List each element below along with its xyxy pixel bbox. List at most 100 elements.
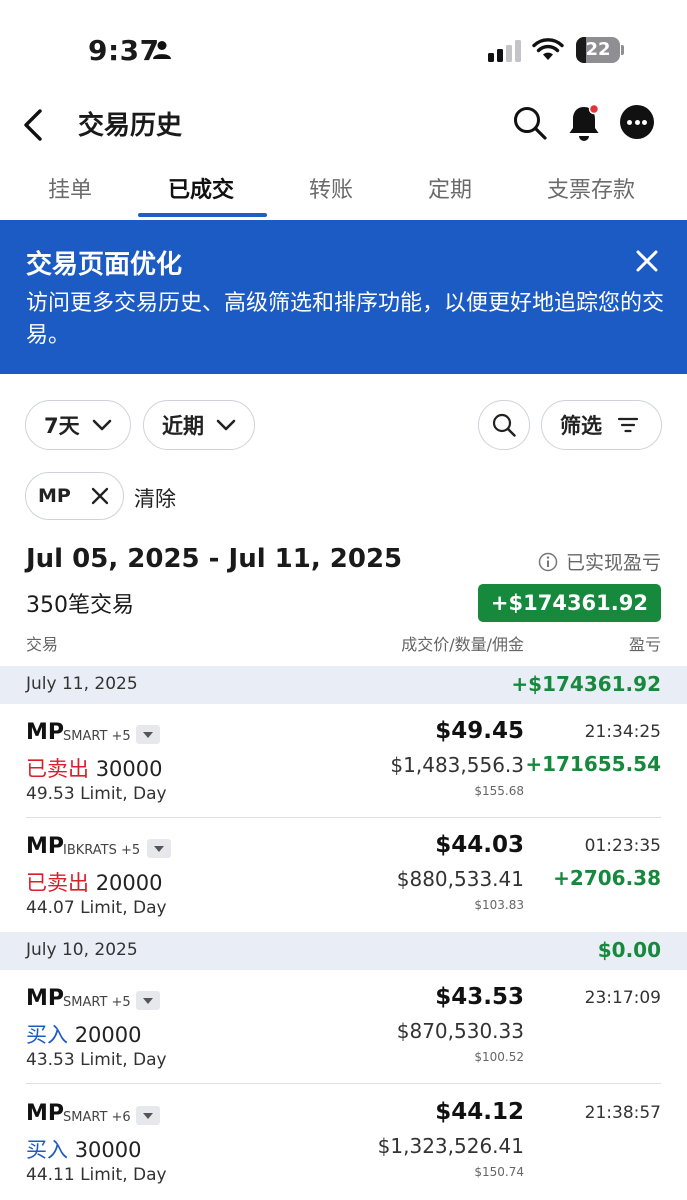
cellular-signal-icon: [488, 40, 521, 62]
person-icon: [153, 41, 171, 59]
column-header-price: 成交价/数量/佣金: [401, 635, 524, 654]
trade-time: 21:38:57: [584, 1103, 661, 1123]
column-header-pnl: 盈亏: [628, 635, 661, 654]
trade-quantity: 20000: [74, 1023, 142, 1047]
trade-row[interactable]: MP IBKRATS +5 已卖出 20000 44.07 Limit, Day…: [0, 818, 687, 932]
trade-dropdown-icon[interactable]: [136, 991, 160, 1010]
battery-level: 22: [585, 39, 611, 60]
battery-indicator: 22: [576, 37, 624, 63]
filter-lines-icon: [618, 417, 638, 433]
column-header-trade: 交易: [26, 635, 59, 654]
trade-time: 23:17:09: [584, 988, 661, 1008]
trade-quantity: 30000: [74, 1138, 142, 1162]
trade-row[interactable]: MP SMART +6 买入 30000 44.11 Limit, Day $4…: [0, 1085, 687, 1199]
trade-exchange: SMART +5: [63, 995, 131, 1010]
remove-filter-icon[interactable]: [91, 487, 109, 505]
active-tab-indicator: [138, 213, 267, 217]
close-icon[interactable]: [632, 246, 662, 276]
trade-dropdown-icon[interactable]: [136, 1106, 160, 1125]
info-banner[interactable]: 交易页面优化 访问更多交易历史、高级筛选和排序功能，以便更好地追踪您的交易。: [0, 220, 687, 374]
notification-bell-icon[interactable]: [564, 101, 604, 145]
status-time: 9:37: [88, 34, 160, 67]
app-header: 交易历史: [0, 95, 687, 155]
trade-order-type: 43.53 Limit, Day: [26, 1050, 167, 1070]
trade-price: $49.45: [435, 718, 524, 744]
banner-title: 交易页面优化: [26, 250, 183, 280]
trade-price: $44.03: [435, 832, 524, 858]
date-range: Jul 05, 2025 - Jul 11, 2025: [26, 544, 403, 574]
realized-pnl-text: 已实现盈亏: [565, 552, 661, 574]
back-arrow-icon[interactable]: [14, 103, 54, 147]
transaction-count: 350笔交易: [26, 593, 134, 618]
realized-pnl-label[interactable]: 已实现盈亏: [538, 548, 661, 575]
trade-time: 01:23:35: [584, 836, 661, 856]
page-title: 交易历史: [78, 111, 183, 141]
search-trades-button[interactable]: [478, 400, 530, 450]
trade-commission: $103.83: [474, 898, 524, 912]
trade-side: 已卖出 20000: [26, 871, 163, 895]
trade-dropdown-icon[interactable]: [147, 839, 171, 858]
tab-fixed-term[interactable]: 定期: [428, 172, 472, 204]
trade-symbol: MP: [26, 1101, 65, 1126]
clear-filters-link[interactable]: 清除: [134, 483, 176, 513]
trade-quantity: 20000: [95, 871, 163, 895]
trade-side: 买入 20000: [26, 1023, 142, 1047]
symbol-filter-chip[interactable]: MP: [25, 472, 124, 520]
filter-label: 筛选: [560, 414, 602, 438]
trade-price: $43.53: [435, 984, 524, 1010]
tab-pending-orders[interactable]: 挂单: [48, 172, 92, 204]
tab-bar: 挂单 已成交 转账 定期 支票存款: [0, 160, 687, 220]
trade-amount: $870,530.33: [396, 1019, 524, 1043]
info-icon[interactable]: [538, 552, 558, 572]
group-pnl: $0.00: [597, 938, 661, 962]
trade-symbol: MP: [26, 720, 65, 745]
trade-order-type: 44.07 Limit, Day: [26, 898, 167, 918]
trade-amount: $1,323,526.41: [377, 1134, 524, 1158]
more-options-icon[interactable]: [620, 105, 654, 139]
symbol-chip-label: MP: [38, 485, 71, 507]
row-divider: [26, 1083, 661, 1084]
banner-body: 访问更多交易历史、高级筛选和排序功能，以便更好地追踪您的交易。: [26, 291, 665, 348]
trade-commission: $155.68: [474, 784, 524, 798]
search-icon[interactable]: [510, 103, 550, 143]
total-pnl-badge: +$174361.92: [477, 584, 661, 622]
date-group-header: July 10, 2025 $0.00: [0, 932, 687, 970]
group-date: July 10, 2025: [26, 940, 138, 960]
trade-symbol: MP: [26, 834, 65, 859]
trade-exchange: IBKRATS +5: [63, 843, 141, 858]
trade-quantity: 30000: [95, 757, 163, 781]
trade-time: 21:34:25: [584, 722, 661, 742]
chevron-down-icon: [216, 419, 236, 431]
trade-exchange: SMART +5: [63, 729, 131, 744]
trade-commission: $150.74: [474, 1165, 524, 1179]
group-date: July 11, 2025: [26, 674, 138, 694]
trade-amount: $880,533.41: [396, 867, 524, 891]
chevron-down-icon: [92, 419, 111, 431]
trade-commission: $100.52: [474, 1050, 524, 1064]
period-label: 7天: [44, 414, 80, 438]
trade-price: $44.12: [435, 1099, 524, 1125]
trade-symbol: MP: [26, 986, 65, 1011]
trade-order-type: 44.11 Limit, Day: [26, 1165, 167, 1185]
tab-check-deposit[interactable]: 支票存款: [547, 172, 635, 204]
trade-row[interactable]: MP SMART +5 已卖出 30000 49.53 Limit, Day $…: [0, 704, 687, 818]
tab-transfers[interactable]: 转账: [309, 172, 353, 204]
date-group-header: July 11, 2025 +$174361.92: [0, 666, 687, 704]
wifi-icon: [532, 38, 564, 60]
search-icon: [492, 413, 516, 437]
group-pnl: +$174361.92: [511, 672, 661, 696]
filter-button[interactable]: 筛选: [541, 400, 662, 450]
sort-dropdown[interactable]: 近期: [143, 400, 255, 450]
trade-row[interactable]: MP SMART +5 买入 20000 43.53 Limit, Day $4…: [0, 970, 687, 1084]
trade-side: 已卖出 30000: [26, 757, 163, 781]
sort-label: 近期: [162, 414, 204, 438]
trade-dropdown-icon[interactable]: [136, 725, 160, 744]
trade-pnl: +171655.54: [525, 752, 661, 776]
trade-side: 买入 30000: [26, 1138, 142, 1162]
trade-order-type: 49.53 Limit, Day: [26, 784, 167, 804]
trade-pnl: +2706.38: [553, 866, 661, 890]
trade-amount: $1,483,556.3: [390, 753, 524, 777]
tab-filled[interactable]: 已成交: [168, 172, 234, 204]
period-dropdown[interactable]: 7天: [25, 400, 131, 450]
trade-exchange: SMART +6: [63, 1110, 131, 1125]
